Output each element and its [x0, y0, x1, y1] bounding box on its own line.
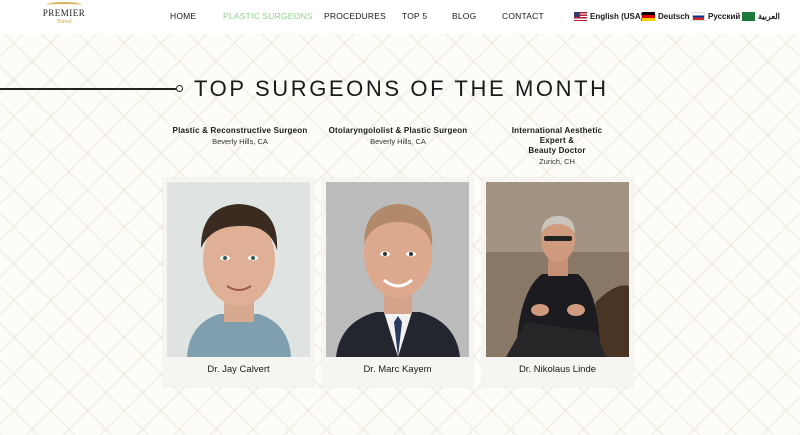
nav-home[interactable]: HOME [170, 11, 196, 21]
surgeon-photo[interactable] [326, 182, 469, 357]
surgeon-portrait-image [486, 182, 629, 357]
language-arabic[interactable]: العربية [742, 10, 780, 22]
germany-flag-icon [642, 11, 655, 21]
us-flag-icon [574, 11, 587, 21]
russia-flag-icon [692, 11, 705, 21]
surgeon-3-info: International Aesthetic Expert & Beauty … [479, 126, 635, 167]
title-decorative-line [0, 88, 176, 90]
nav-blog[interactable]: BLOG [452, 11, 476, 21]
nav-plastic-surgeons[interactable]: PLASTIC SURGEONS [223, 11, 313, 21]
surgeon-specialty-line-3: Beauty Doctor [528, 146, 586, 155]
logo-main-text: PREMIER [42, 8, 86, 18]
surgeon-specialty: Otolaryngololist & Plastic Surgeon [328, 126, 468, 135]
section-title: TOP SURGEONS OF THE MONTH [194, 76, 609, 101]
surgeon-card-jay-calvert[interactable]: Dr. Jay Calvert [163, 178, 314, 387]
surgeon-name[interactable]: Dr. Marc Kayem [322, 364, 473, 375]
language-deutsch-label: Deutsch [658, 11, 690, 21]
language-english[interactable]: English (USA) [574, 10, 643, 22]
surgeon-photo[interactable] [486, 182, 629, 357]
surgeon-location: Zurich, CH [539, 157, 575, 166]
nav-top-5[interactable]: TOP 5 [402, 11, 427, 21]
surgeon-portrait-image [326, 182, 469, 357]
surgeon-location: Beverly Hills, CA [212, 137, 268, 146]
surgeon-portrait-image [167, 182, 310, 357]
surgeon-specialty-line-2: Expert & [539, 136, 575, 145]
site-header: PREMIER Travel HOME PLASTIC SURGEONS PRO… [0, 0, 800, 34]
surgeon-card-nikolaus-linde[interactable]: Dr. Nikolaus Linde [482, 178, 633, 387]
title-decorative-dot [176, 85, 183, 92]
nav-procedures[interactable]: PROCEDURES [324, 11, 386, 21]
surgeon-location: Beverly Hills, CA [370, 137, 426, 146]
surgeon-1-info: Plastic & Reconstructive Surgeon Beverly… [162, 126, 318, 147]
language-russian-label: Русский [708, 11, 741, 21]
saudi-flag-icon [742, 11, 755, 21]
surgeon-specialty: Plastic & Reconstructive Surgeon [172, 126, 308, 135]
surgeon-card-marc-kayem[interactable]: Dr. Marc Kayem [322, 178, 473, 387]
surgeon-name[interactable]: Dr. Nikolaus Linde [482, 364, 633, 375]
language-arabic-label: العربية [758, 11, 780, 21]
premier-travel-logo[interactable]: PREMIER Travel [42, 2, 86, 32]
nav-contact[interactable]: CONTACT [502, 11, 544, 21]
surgeon-photo[interactable] [167, 182, 310, 357]
language-english-label: English (USA) [590, 11, 644, 21]
language-russian[interactable]: Русский [692, 10, 740, 22]
surgeon-specialty-line-1: International Aesthetic [511, 126, 603, 135]
surgeon-2-info: Otolaryngololist & Plastic Surgeon Bever… [320, 126, 476, 147]
surgeon-name[interactable]: Dr. Jay Calvert [163, 364, 314, 375]
language-deutsch[interactable]: Deutsch [642, 10, 690, 22]
logo-sub-text: Travel [56, 19, 72, 25]
